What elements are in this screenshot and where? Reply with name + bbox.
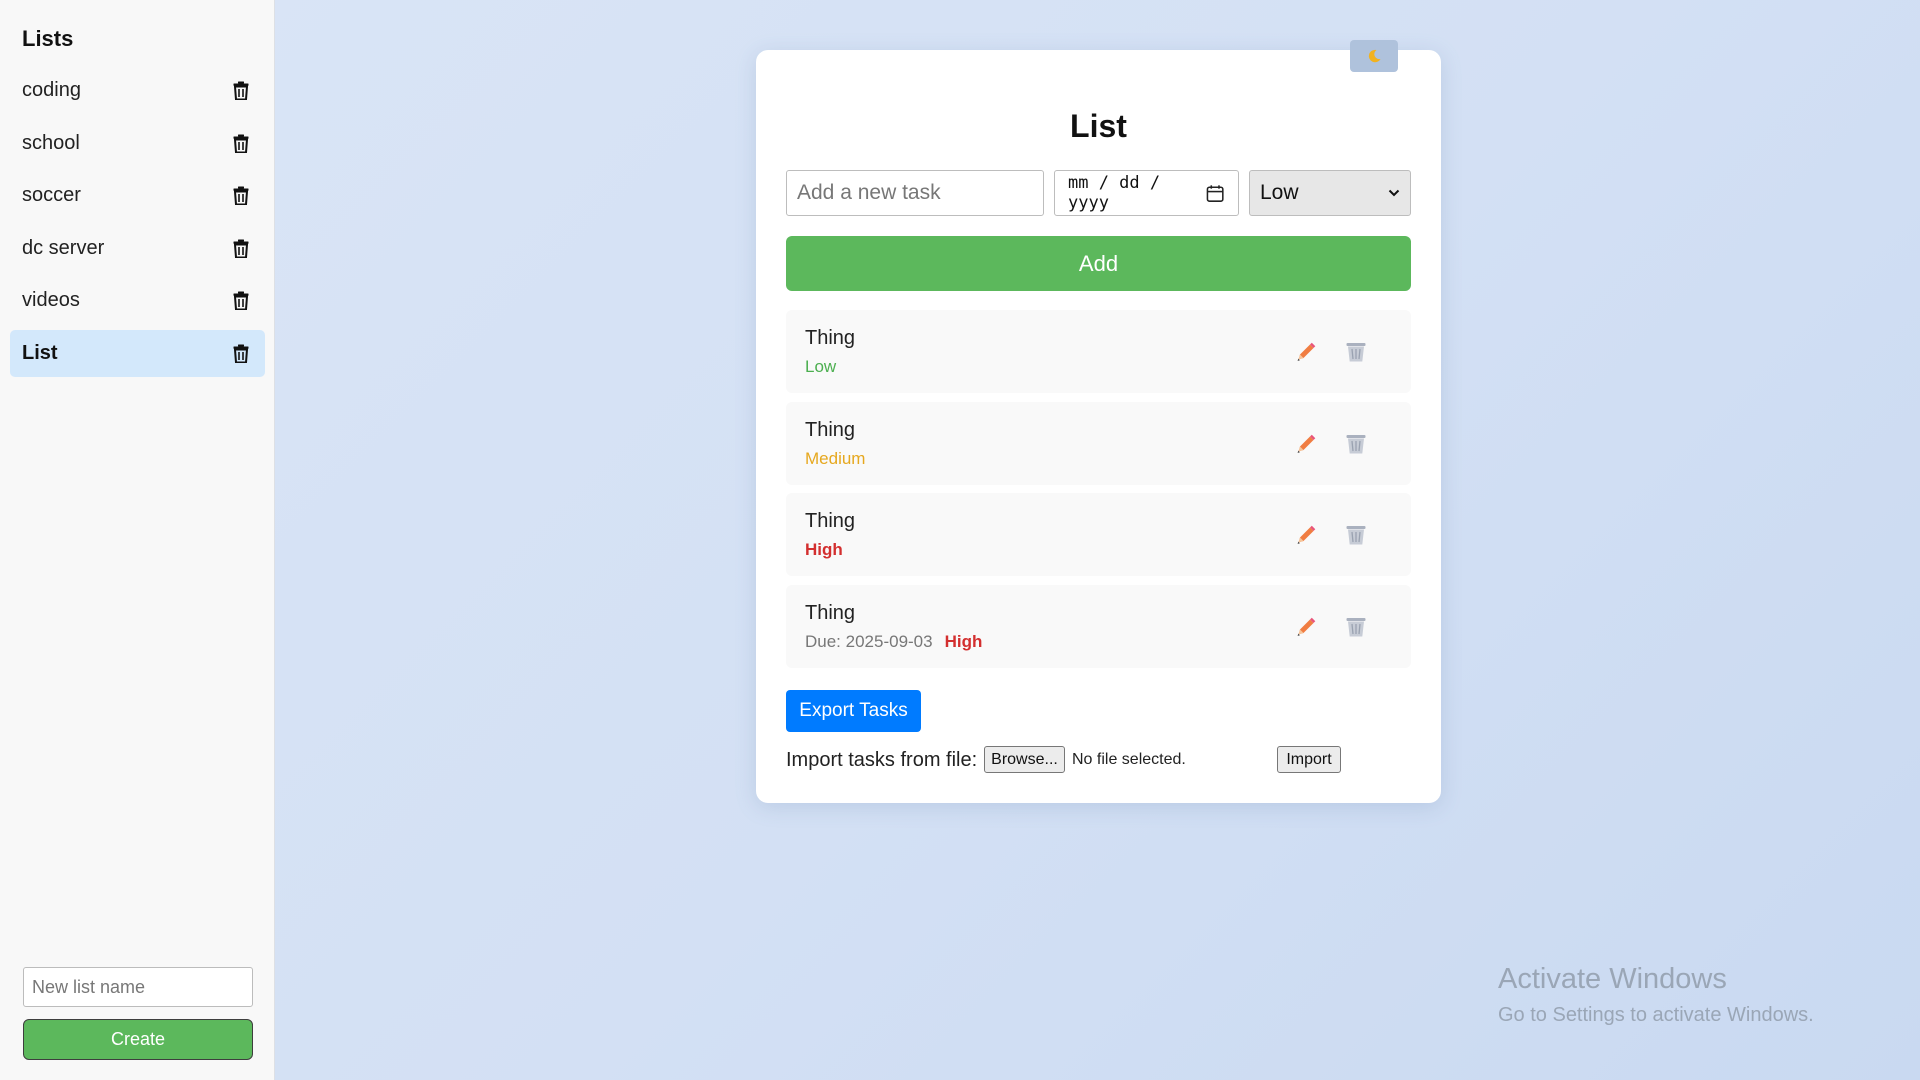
pencil-icon bbox=[1297, 342, 1316, 361]
pencil-icon bbox=[1297, 617, 1316, 636]
new-task-input[interactable] bbox=[786, 170, 1044, 216]
create-list-button[interactable]: Create bbox=[23, 1019, 253, 1060]
file-status: No file selected. bbox=[1072, 751, 1186, 768]
task-priority: Medium bbox=[805, 448, 866, 468]
task-meta: Low bbox=[805, 357, 836, 377]
sidebar-item-label: soccer bbox=[22, 184, 81, 206]
task-item: Thing Low bbox=[786, 310, 1411, 393]
delete-list-button[interactable] bbox=[233, 134, 249, 153]
task-item: Thing Due: 2025-09-03 High bbox=[786, 584, 1411, 668]
sidebar-item-dc-server[interactable]: dc server bbox=[10, 225, 265, 272]
sidebar-item-school[interactable]: school bbox=[10, 120, 265, 167]
task-list: Thing Low Thing Medium Thing High Thing … bbox=[786, 310, 1411, 676]
task-item: Thing High bbox=[786, 493, 1411, 576]
trash-icon bbox=[233, 291, 249, 310]
task-name: Thing bbox=[805, 601, 856, 624]
trash-icon bbox=[233, 344, 249, 363]
task-priority: High bbox=[805, 540, 843, 559]
export-tasks-button[interactable]: Export Tasks bbox=[786, 690, 921, 732]
task-due-date: Due: 2025-09-03 bbox=[805, 631, 933, 651]
delete-task-button[interactable] bbox=[1342, 338, 1370, 366]
calendar-icon[interactable] bbox=[1206, 184, 1224, 203]
wastebasket-icon bbox=[1346, 343, 1366, 362]
wastebasket-icon bbox=[1346, 617, 1366, 636]
task-name: Thing bbox=[805, 510, 856, 532]
activate-windows-watermark: Activate Windows Go to Settings to activ… bbox=[1498, 963, 1814, 1027]
task-name: Thing bbox=[805, 327, 856, 349]
sidebar-item-label: videos bbox=[22, 289, 80, 311]
edit-task-button[interactable] bbox=[1292, 338, 1320, 366]
sidebar-item-list[interactable]: List bbox=[10, 329, 265, 377]
pencil-icon bbox=[1297, 434, 1316, 453]
task-priority: High bbox=[944, 631, 983, 651]
sidebar-item-label: List bbox=[22, 341, 58, 364]
sidebar-item-soccer[interactable]: soccer bbox=[10, 172, 265, 219]
watermark-subtitle: Go to Settings to activate Windows. bbox=[1498, 1004, 1814, 1026]
import-row: Import tasks from file: Browse... No fil… bbox=[786, 746, 1411, 776]
import-label: Import tasks from file: bbox=[786, 749, 978, 771]
moon-icon bbox=[1368, 49, 1381, 63]
delete-list-button[interactable] bbox=[233, 81, 249, 100]
trash-icon bbox=[233, 239, 249, 258]
sidebar-item-label: coding bbox=[22, 79, 81, 101]
task-meta: Due: 2025-09-03 High bbox=[805, 632, 982, 652]
delete-task-button[interactable] bbox=[1342, 430, 1370, 458]
new-list-name-input[interactable] bbox=[23, 967, 253, 1007]
browse-file-button[interactable]: Browse... bbox=[984, 746, 1065, 773]
sidebar-item-videos[interactable]: videos bbox=[10, 277, 265, 324]
trash-icon bbox=[233, 81, 249, 100]
delete-task-button[interactable] bbox=[1342, 613, 1370, 641]
sidebar-item-label: school bbox=[22, 131, 80, 154]
delete-task-button[interactable] bbox=[1342, 521, 1370, 549]
trash-icon bbox=[233, 134, 249, 153]
task-priority: Low bbox=[805, 357, 837, 376]
task-card: List mm / dd / yyyy Low Add Thing Low bbox=[756, 40, 1441, 803]
task-name: Thing bbox=[805, 418, 856, 441]
sidebar: Lists coding school soccer dc server vid… bbox=[0, 0, 275, 1080]
priority-selected-value: Low bbox=[1260, 181, 1299, 204]
theme-toggle-button[interactable] bbox=[1350, 40, 1398, 72]
edit-task-button[interactable] bbox=[1292, 613, 1320, 641]
trash-icon bbox=[233, 186, 249, 205]
sidebar-item-label: dc server bbox=[22, 236, 105, 259]
due-date-input[interactable]: mm / dd / yyyy bbox=[1054, 170, 1239, 216]
task-meta: Medium bbox=[805, 449, 865, 469]
chevron-down-icon bbox=[1388, 189, 1400, 197]
list-items: coding school soccer dc server videos Li… bbox=[10, 67, 265, 382]
watermark-title: Activate Windows bbox=[1498, 963, 1727, 995]
date-placeholder: mm / dd / yyyy bbox=[1068, 173, 1161, 213]
delete-list-button[interactable] bbox=[233, 186, 249, 205]
page-title: List bbox=[1070, 108, 1127, 144]
priority-select[interactable]: Low bbox=[1249, 170, 1411, 216]
task-meta: High bbox=[805, 540, 843, 560]
edit-task-button[interactable] bbox=[1292, 430, 1320, 458]
delete-list-button[interactable] bbox=[233, 291, 249, 310]
task-item: Thing Medium bbox=[786, 401, 1411, 485]
add-task-button[interactable]: Add bbox=[786, 236, 1411, 291]
pencil-icon bbox=[1297, 525, 1316, 544]
edit-task-button[interactable] bbox=[1292, 521, 1320, 549]
delete-list-button[interactable] bbox=[233, 344, 249, 363]
delete-list-button[interactable] bbox=[233, 239, 249, 258]
wastebasket-icon bbox=[1346, 434, 1366, 453]
sidebar-item-coding[interactable]: coding bbox=[10, 67, 265, 114]
sidebar-title: Lists bbox=[22, 26, 74, 51]
import-button[interactable]: Import bbox=[1277, 746, 1341, 773]
wastebasket-icon bbox=[1346, 526, 1366, 545]
